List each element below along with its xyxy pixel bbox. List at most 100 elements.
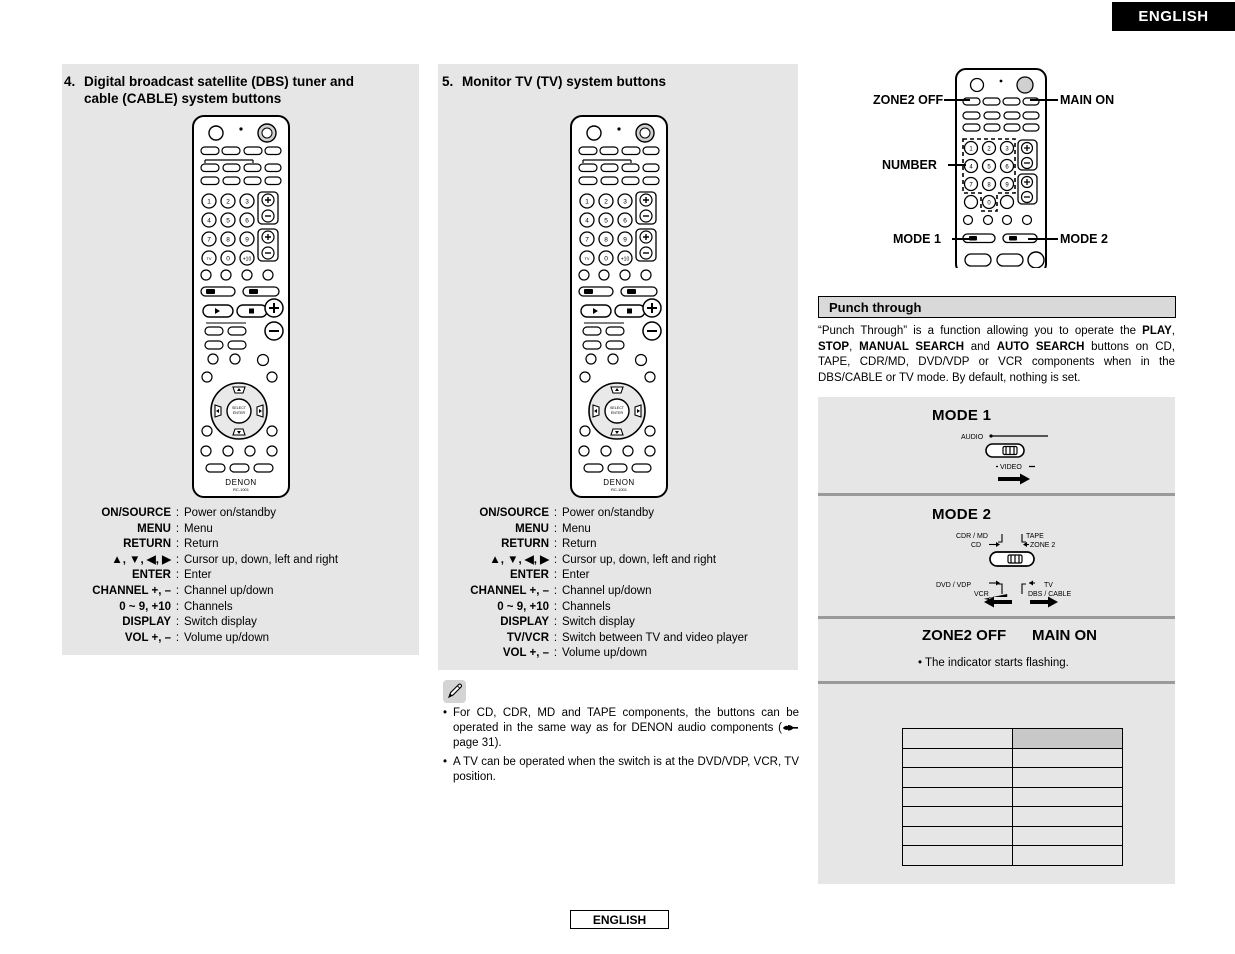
table-cell xyxy=(1012,747,1123,768)
table-cell xyxy=(902,845,1013,866)
note-block: • For CD, CDR, MD and TAPE components, t… xyxy=(443,680,799,785)
definition-colon: : xyxy=(553,507,558,519)
button-definition-row: ▲, ▼, ◀, ▶: Cursor up, down, left and rig… xyxy=(446,553,748,569)
button-description: Power on/standby xyxy=(562,507,655,519)
tv-section-title: Monitor TV (TV) system buttons xyxy=(462,74,666,89)
bullet-icon: • xyxy=(443,707,448,719)
button-description: Enter xyxy=(184,569,212,582)
button-name: ON/SOURCE xyxy=(101,507,171,519)
button-description: Channels xyxy=(184,600,233,613)
callout-zone2-off: ZONE2 OFF xyxy=(873,93,944,107)
button-description: Volume up/down xyxy=(562,647,648,660)
mode2-label-cd: CD xyxy=(971,542,981,549)
table-cell xyxy=(902,767,1013,788)
table-cell xyxy=(902,825,1013,846)
table-row xyxy=(902,767,1123,788)
button-definition-row: RETURN: Return xyxy=(68,537,338,553)
svg-text:+10: +10 xyxy=(243,257,252,263)
table-row xyxy=(902,845,1123,866)
button-name: ENTER xyxy=(510,569,549,582)
button-definition-row: 0 ~ 9, +10: Channels xyxy=(68,600,338,616)
button-name: RETURN xyxy=(501,538,549,551)
table-cell xyxy=(1012,806,1123,827)
zone-main-row: ZONE2 OFF MAIN ON • The indicator starts… xyxy=(818,616,1175,681)
mode1-switch-diagram: AUDIO VIDEO xyxy=(958,427,1078,489)
button-description: Menu xyxy=(184,522,213,535)
table-cell xyxy=(902,728,1013,749)
dbs-button-list: ON/SOURCE: Power on/standby MENU: Menu RETUR… xyxy=(68,506,338,646)
pt-play-label: PLAY xyxy=(1142,325,1172,337)
remote-illustration-tv xyxy=(570,115,668,498)
dbs-section-number: 4. xyxy=(64,74,76,89)
svg-text:0: 0 xyxy=(226,256,230,263)
table-row xyxy=(902,747,1123,768)
table-row xyxy=(902,806,1123,827)
button-name: CHANNEL +, – xyxy=(92,584,171,597)
button-name: TV/VCR xyxy=(506,631,549,644)
button-definition-row: TV/VCR: Switch between TV and video playe… xyxy=(446,631,748,647)
definition-colon: : xyxy=(175,631,180,644)
button-description: Switch between TV and video player xyxy=(562,631,748,644)
definition-colon: : xyxy=(553,569,558,582)
mode2-label-dbs-cable: DBS / CABLE xyxy=(1028,591,1072,598)
mode1-label: MODE 1 xyxy=(932,407,992,424)
table-cell xyxy=(1012,728,1123,749)
button-description: Return xyxy=(562,538,597,551)
button-name: ▲, ▼, ◀, ▶ xyxy=(111,553,171,566)
button-name: CHANNEL +, – xyxy=(470,584,549,597)
footer-language-box: ENGLISH xyxy=(570,910,669,929)
button-definition-row: RETURN: Return xyxy=(446,537,748,553)
button-name: VOL +, – xyxy=(124,631,171,644)
button-definition-row: MENU: Menu xyxy=(68,522,338,538)
table-cell xyxy=(902,806,1013,827)
svg-text:1: 1 xyxy=(207,199,211,206)
definition-colon: : xyxy=(175,553,180,566)
definition-colon: : xyxy=(553,631,558,644)
tv-section-heading: 5. Monitor TV (TV) system buttons xyxy=(442,73,782,90)
button-description: Volume up/down xyxy=(184,631,270,644)
blank-table xyxy=(902,728,1123,866)
definition-colon: : xyxy=(553,600,558,613)
definition-colon: : xyxy=(175,522,180,535)
definition-colon: : xyxy=(175,616,180,629)
pt-auto-search-label: AUTO SEARCH xyxy=(996,340,1085,353)
svg-text:VIDEO: VIDEO xyxy=(1000,464,1022,471)
callout-leader-main xyxy=(1030,99,1058,101)
button-name: ON/SOURCE xyxy=(479,507,549,519)
button-description: Menu xyxy=(562,522,591,535)
mode2-switch-diagram: CDR / MD CD TAPE ZONE 2 DVD / VDP VCR TV… xyxy=(934,528,1104,612)
button-description: Channel up/down xyxy=(184,584,274,597)
language-header-banner: ENGLISH xyxy=(1112,2,1235,31)
mode2-label-tape: TAPE xyxy=(1026,533,1044,540)
definition-colon: : xyxy=(175,538,180,551)
definition-colon: : xyxy=(553,522,558,535)
table-cell xyxy=(1012,845,1123,866)
svg-text:SELECT: SELECT xyxy=(232,406,247,410)
mode2-label-zone2: ZONE 2 xyxy=(1030,542,1055,549)
svg-text:2: 2 xyxy=(226,199,230,206)
button-description: Enter xyxy=(562,569,590,582)
definition-colon: : xyxy=(553,616,558,629)
svg-text:RC-1001: RC-1001 xyxy=(233,487,250,492)
button-definition-row: DISPLAY: Switch display xyxy=(446,615,748,631)
button-name: ▲, ▼, ◀, ▶ xyxy=(489,553,549,566)
table-row xyxy=(902,786,1123,807)
button-name: 0 ~ 9, +10 xyxy=(497,600,549,613)
zone2-off-label: ZONE2 OFF xyxy=(922,627,1007,644)
button-description: Return xyxy=(184,538,219,551)
button-name: VOL +, – xyxy=(502,647,549,660)
punch-through-title-box: Punch through xyxy=(818,296,1176,318)
tv-section-number: 5. xyxy=(442,74,454,89)
footer-language-label: ENGLISH xyxy=(592,912,647,927)
button-name: DISPLAY xyxy=(500,616,549,629)
button-definition-row: ENTER: Enter xyxy=(68,568,338,584)
pt-stop-label: STOP xyxy=(818,340,850,353)
table-row xyxy=(902,728,1123,749)
svg-text:7: 7 xyxy=(207,237,211,244)
zone-indicator-note: • The indicator starts flashing. xyxy=(918,657,1069,669)
table-cell xyxy=(1012,825,1123,846)
svg-text:9: 9 xyxy=(245,237,249,244)
svg-text:ENTER: ENTER xyxy=(233,411,246,415)
pt-text-4: , xyxy=(849,340,860,353)
definition-colon: : xyxy=(175,569,180,582)
